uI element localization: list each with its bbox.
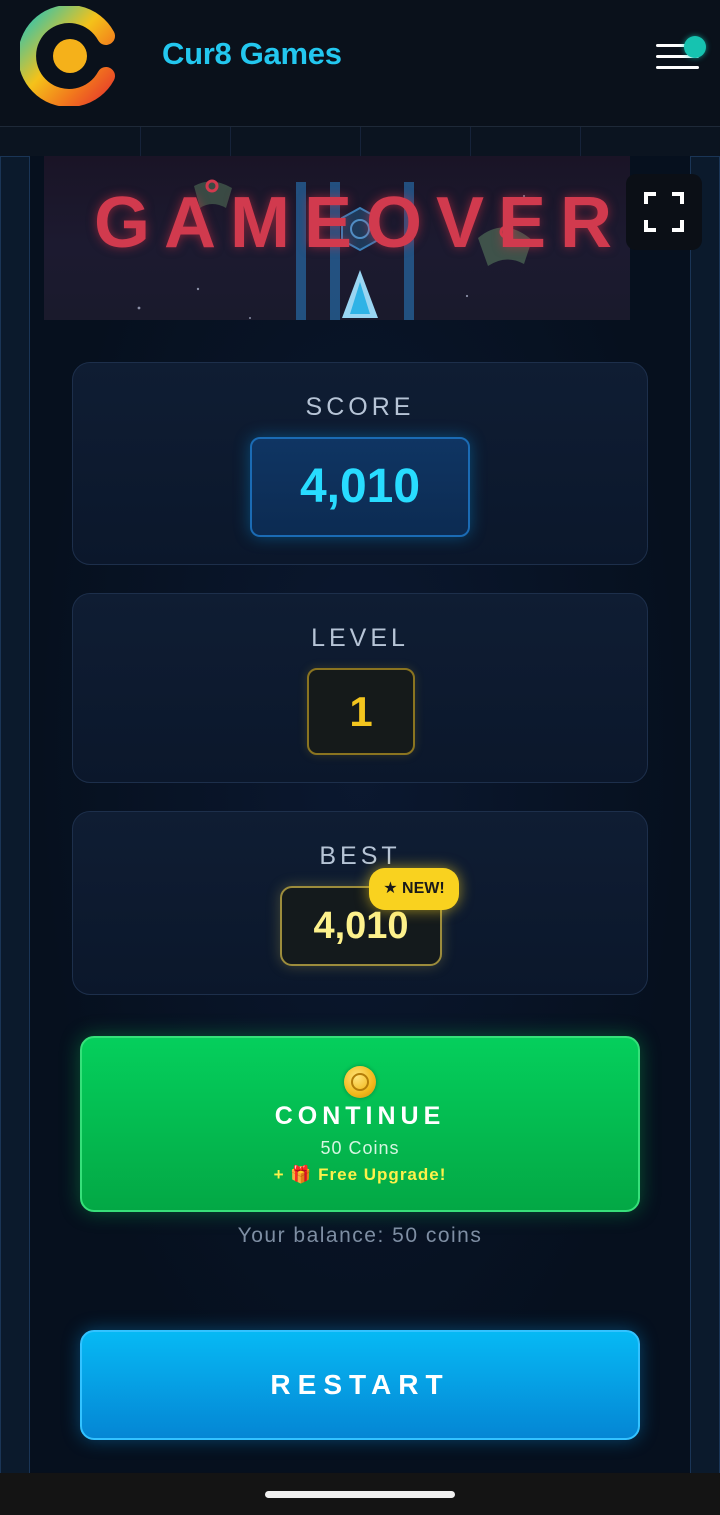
best-label: BEST [319, 842, 401, 870]
continue-title: CONTINUE [274, 1102, 446, 1130]
notification-dot [684, 36, 706, 58]
header-divider-strip [0, 127, 720, 156]
game-over-title: GAMEOVER [94, 183, 627, 263]
brand-name[interactable]: Cur8 Games [162, 36, 342, 72]
fullscreen-icon [644, 192, 684, 232]
restart-button[interactable]: RESTART [80, 1330, 640, 1440]
left-rail [0, 156, 30, 1474]
game-over-banner: GAMEOVER [44, 156, 630, 320]
right-rail [690, 156, 720, 1474]
system-navigation-bar [0, 1473, 720, 1515]
new-record-badge: ★ NEW! [369, 868, 459, 910]
coin-icon [344, 1066, 376, 1098]
level-value: 1 [307, 668, 415, 755]
coin-balance: Your balance: 50 coins [237, 1224, 483, 1247]
continue-cost: 50 Coins [320, 1138, 400, 1158]
home-gesture-handle[interactable] [265, 1491, 455, 1498]
level-card: LEVEL 1 [72, 593, 648, 783]
cur8-logo-icon[interactable] [20, 6, 120, 106]
best-card: BEST 4,010 ★ NEW! [72, 811, 648, 995]
score-label: SCORE [305, 393, 415, 421]
menu-bar [656, 66, 699, 69]
app-header: Cur8 Games [0, 0, 720, 127]
score-card: SCORE 4,010 [72, 362, 648, 565]
fullscreen-button[interactable] [626, 174, 702, 250]
continue-button[interactable]: CONTINUE 50 Coins + 🎁 Free Upgrade! [80, 1036, 640, 1212]
level-label: LEVEL [311, 624, 409, 652]
continue-bonus: + 🎁 Free Upgrade! [273, 1165, 447, 1184]
hamburger-menu-button[interactable] [652, 36, 708, 76]
score-value: 4,010 [250, 437, 470, 537]
